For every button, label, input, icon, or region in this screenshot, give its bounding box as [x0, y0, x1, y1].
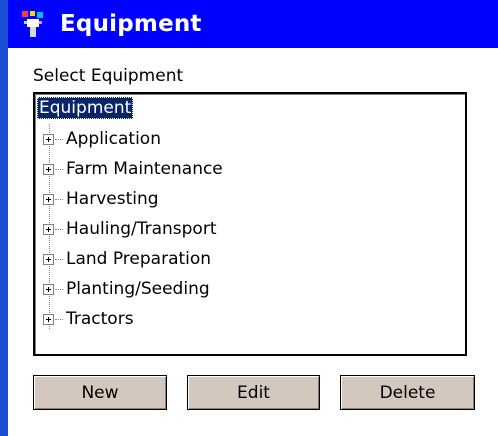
tree-branch-line	[55, 168, 63, 170]
tree-branch-line	[55, 198, 63, 200]
tree-item-label: Tractors	[66, 309, 134, 329]
equipment-app-icon	[20, 9, 46, 39]
delete-button[interactable]: Delete	[340, 375, 475, 410]
tree-item-farm-maintenance[interactable]: Farm Maintenance	[43, 158, 223, 180]
tree-branch-line	[55, 288, 63, 290]
tree-item-application[interactable]: Application	[43, 128, 161, 150]
tree-root-equipment[interactable]: Equipment	[37, 97, 134, 119]
equipment-tree[interactable]: Equipment Application Farm Maintenance H…	[33, 92, 467, 356]
tree-item-label: Application	[66, 129, 161, 149]
tree-item-label: Land Preparation	[66, 249, 212, 269]
tree-item-land-preparation[interactable]: Land Preparation	[43, 248, 211, 270]
tree-branch-line	[55, 138, 63, 140]
tree-item-label: Harvesting	[66, 189, 159, 209]
tree-item-label: Hauling/Transport	[66, 219, 217, 239]
tree-item-label: Farm Maintenance	[66, 159, 223, 179]
tree-item-tractors[interactable]: Tractors	[43, 308, 134, 330]
tree-item-harvesting[interactable]: Harvesting	[43, 188, 159, 210]
edit-button[interactable]: Edit	[187, 375, 320, 410]
tree-item-label: Planting/Seeding	[66, 279, 210, 299]
title-bar: Equipment	[8, 0, 498, 48]
page-title: Equipment	[60, 11, 202, 37]
tree-branch-line	[55, 228, 63, 230]
expand-plus-icon[interactable]	[43, 163, 54, 175]
expand-plus-icon[interactable]	[43, 133, 54, 145]
tree-branch-line	[55, 318, 63, 320]
expand-plus-icon[interactable]	[43, 193, 54, 205]
expand-plus-icon[interactable]	[43, 313, 54, 325]
expand-plus-icon[interactable]	[43, 253, 54, 265]
tree-item-hauling-transport[interactable]: Hauling/Transport	[43, 218, 217, 240]
left-accent-stripe	[0, 0, 8, 436]
select-equipment-label: Select Equipment	[33, 66, 184, 86]
tree-branch-line	[55, 258, 63, 260]
expand-plus-icon[interactable]	[43, 283, 54, 295]
tree-item-planting-seeding[interactable]: Planting/Seeding	[43, 278, 210, 300]
expand-plus-icon[interactable]	[43, 223, 54, 235]
new-button[interactable]: New	[33, 375, 167, 410]
